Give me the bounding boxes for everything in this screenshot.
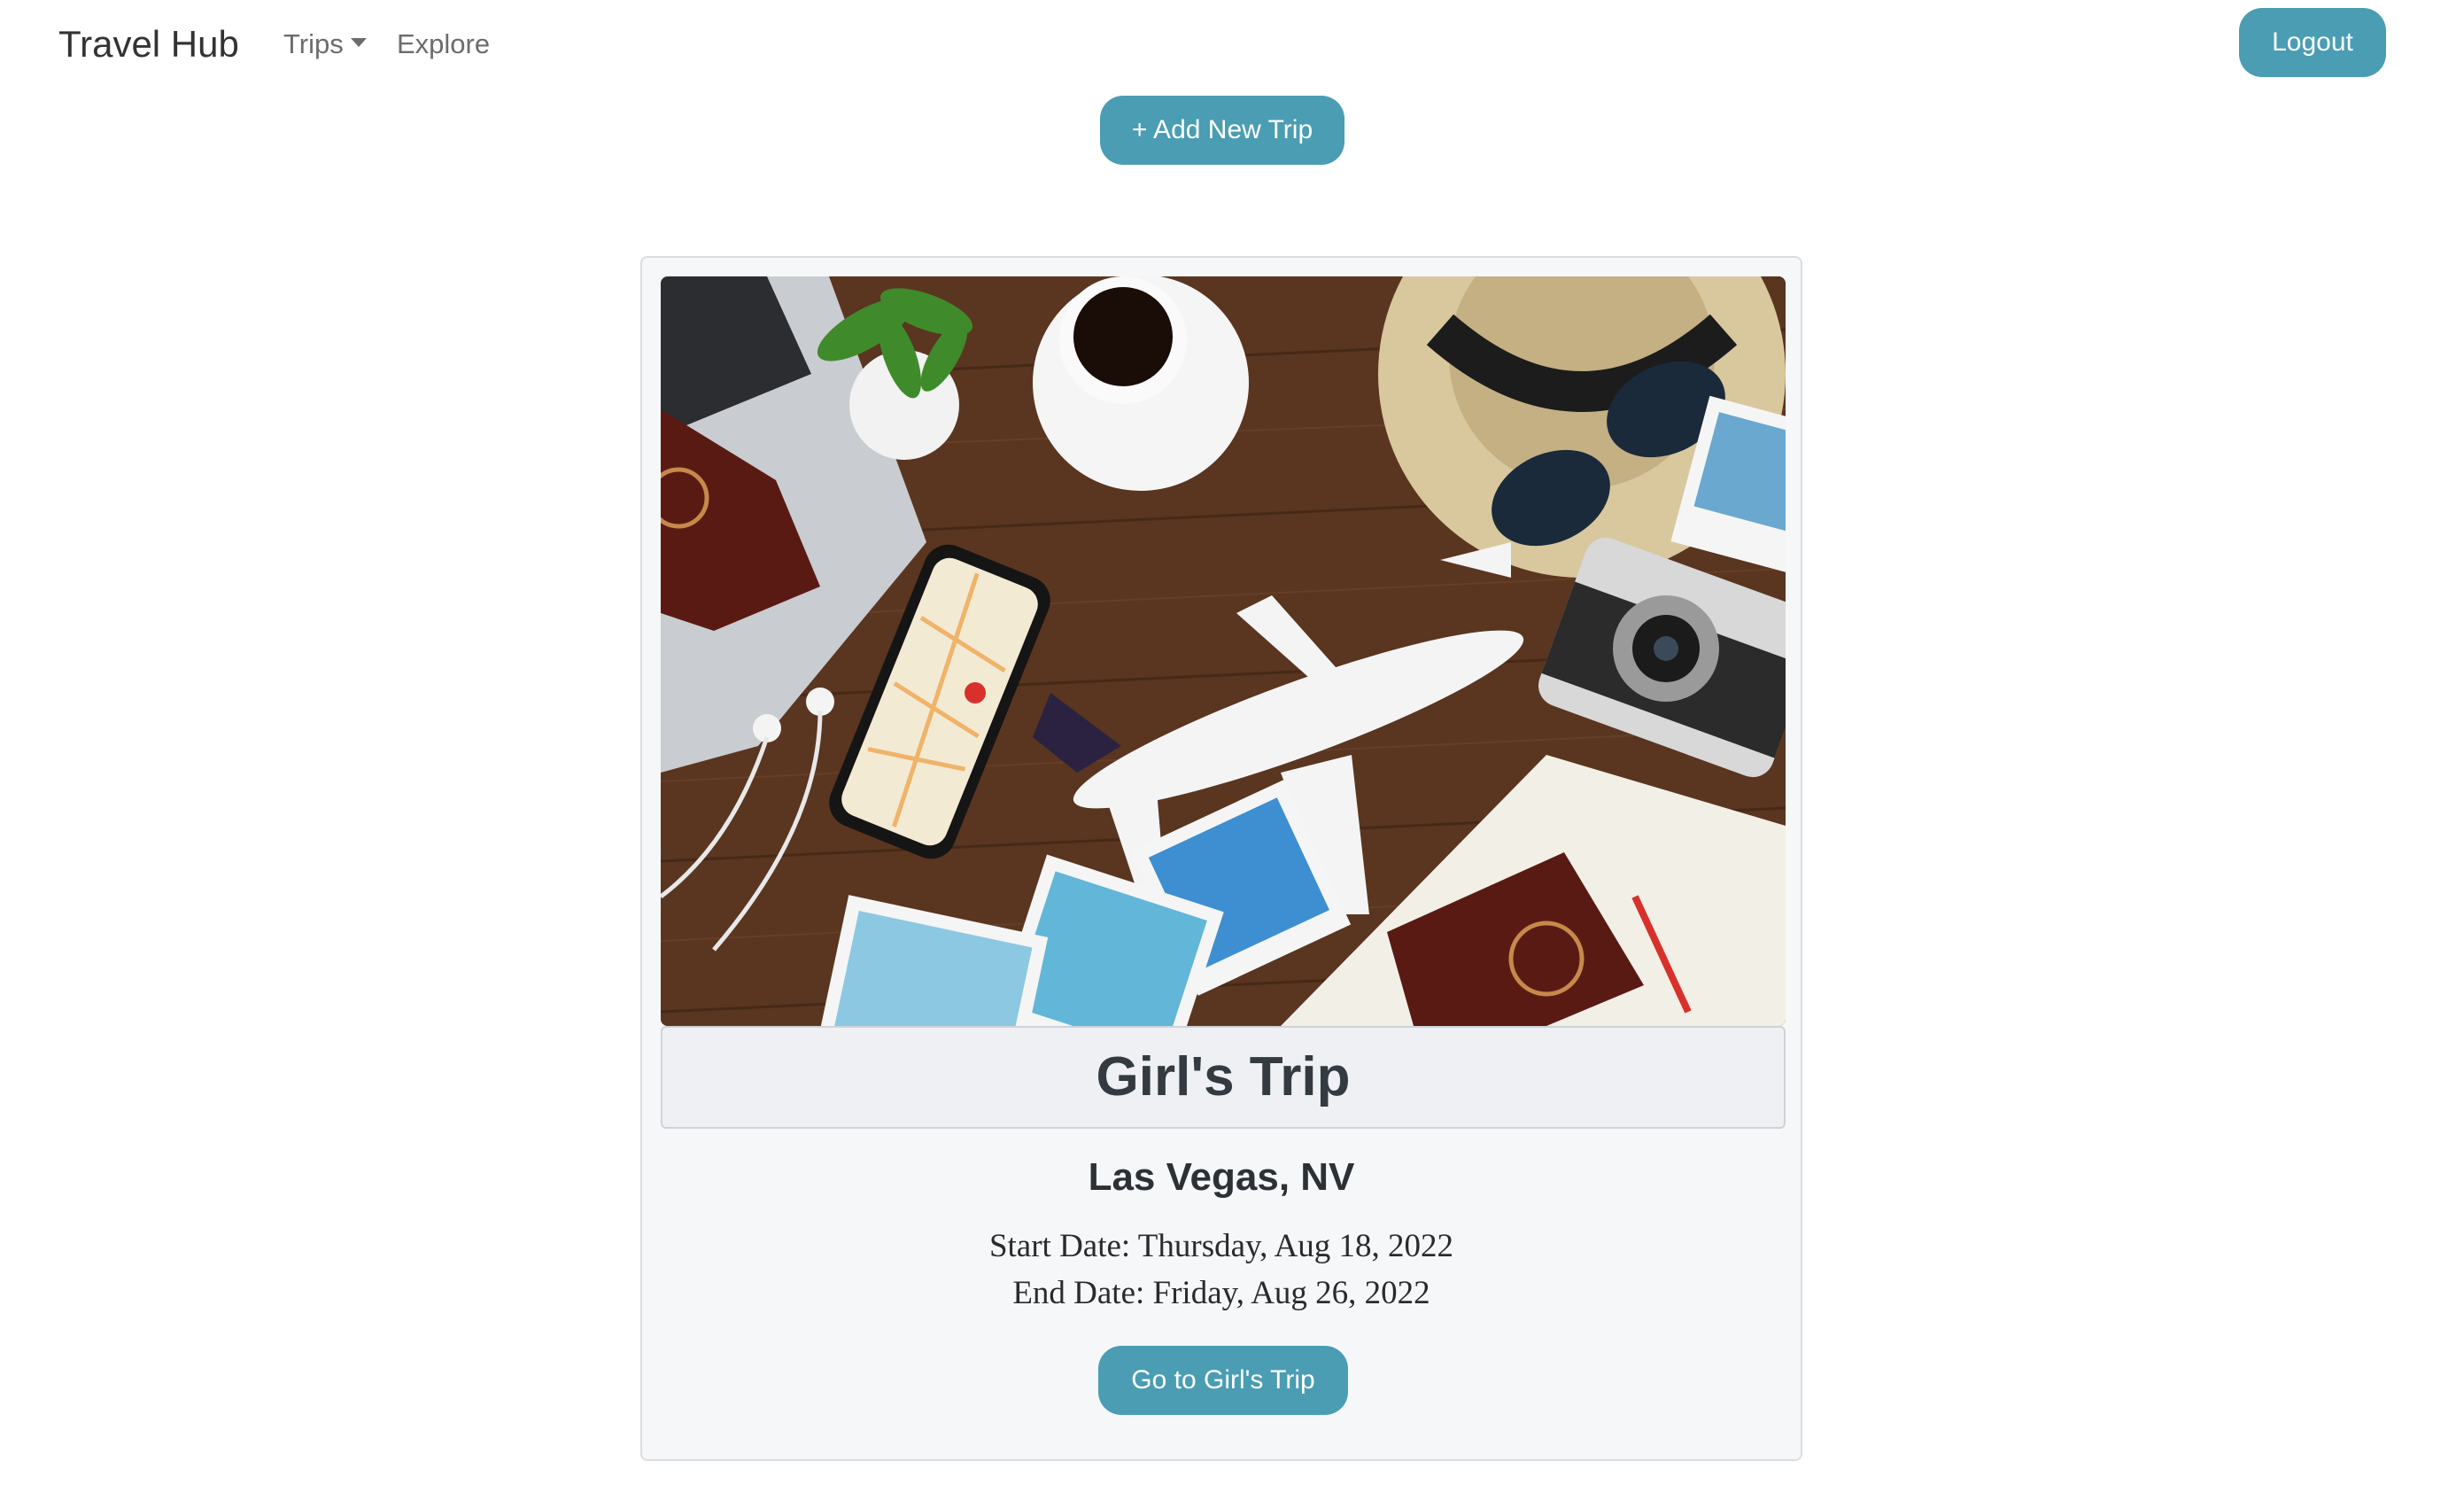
top-navbar: Travel Hub Trips Explore Logout — [0, 0, 2464, 89]
trip-cover-image — [661, 276, 1786, 1026]
caret-down-icon — [350, 37, 367, 47]
go-to-trip-button[interactable]: Go to Girl's Trip — [1098, 1346, 1348, 1415]
trip-card: Girl's Trip Las Vegas, NV Start Date: Th… — [640, 256, 1802, 1461]
nav-trips-label: Trips — [283, 28, 344, 59]
nav-trips-dropdown[interactable]: Trips — [283, 27, 367, 62]
trip-title: Girl's Trip — [661, 1026, 1786, 1129]
add-new-trip-button[interactable]: + Add New Trip — [1100, 96, 1344, 165]
brand-logo[interactable]: Travel Hub — [58, 19, 239, 69]
trip-location: Las Vegas, NV — [1088, 1155, 1355, 1199]
logout-button[interactable]: Logout — [2239, 8, 2386, 77]
nav-explore-link[interactable]: Explore — [397, 27, 490, 62]
trip-start-date: Start Date: Thursday, Aug 18, 2022 — [988, 1228, 1454, 1264]
trip-end-date: End Date: Friday, Aug 26, 2022 — [1012, 1275, 1430, 1311]
